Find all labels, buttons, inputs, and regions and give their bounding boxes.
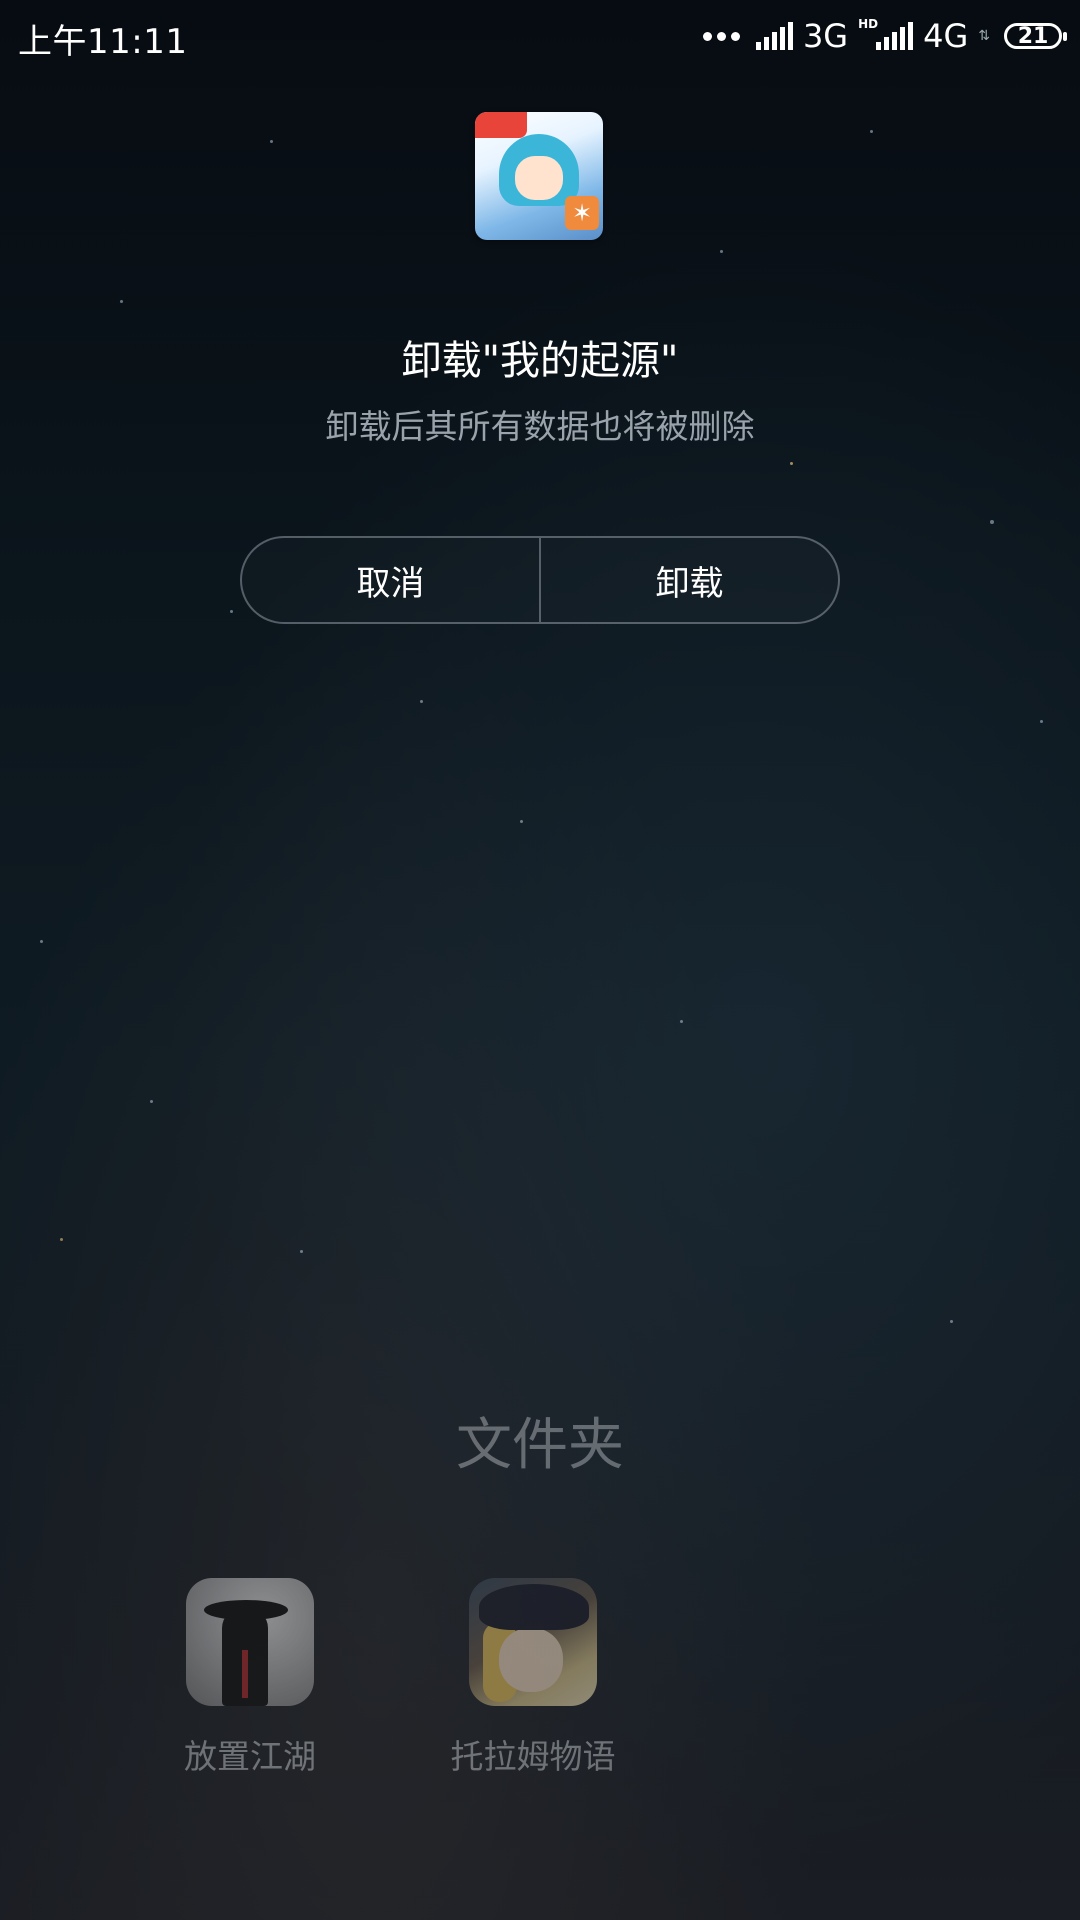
folder-app-fangzhi-jianghu[interactable]: 放置江湖 bbox=[135, 1578, 365, 1778]
status-bar: 上午11:11 3G HD 4G ⇅ 21 bbox=[0, 0, 1080, 72]
uninstall-dialog-title: 卸载"我的起源" bbox=[401, 338, 679, 384]
fangzhi-jianghu-app-icon[interactable] bbox=[186, 1578, 314, 1706]
more-notifications-icon bbox=[702, 31, 740, 41]
folder-app-label: 放置江湖 bbox=[184, 1737, 316, 1776]
uninstall-dialog-buttons: 取消 卸载 bbox=[240, 536, 840, 624]
folder-app-label: 托拉姆物语 bbox=[450, 1737, 616, 1776]
battery-level: 21 bbox=[1017, 23, 1049, 49]
cancel-button[interactable]: 取消 bbox=[242, 538, 539, 622]
network-type-2: 4G bbox=[923, 17, 969, 55]
folder-app-tuolamu-wuyu[interactable]: 托拉姆物语 bbox=[418, 1578, 648, 1778]
folder-title: 文件夹 bbox=[456, 1413, 624, 1478]
uninstall-dialog-message: 卸载后其所有数据也将被删除 bbox=[325, 407, 755, 446]
signal-strength-icon-2 bbox=[876, 22, 914, 50]
tuolamu-wuyu-app-icon[interactable] bbox=[469, 1578, 597, 1706]
network-type-1: 3G bbox=[802, 17, 849, 55]
status-indicators: 3G HD 4G ⇅ 21 bbox=[702, 16, 1067, 56]
data-transfer-icon: ⇅ bbox=[978, 28, 990, 44]
status-time: 上午11:11 bbox=[18, 22, 188, 62]
game-app-icon: ✶ bbox=[475, 112, 603, 240]
battery-icon: 21 bbox=[1004, 23, 1067, 49]
signal-strength-icon bbox=[755, 22, 793, 50]
uninstall-button[interactable]: 卸载 bbox=[541, 538, 838, 622]
hd-label: HD bbox=[858, 17, 879, 31]
